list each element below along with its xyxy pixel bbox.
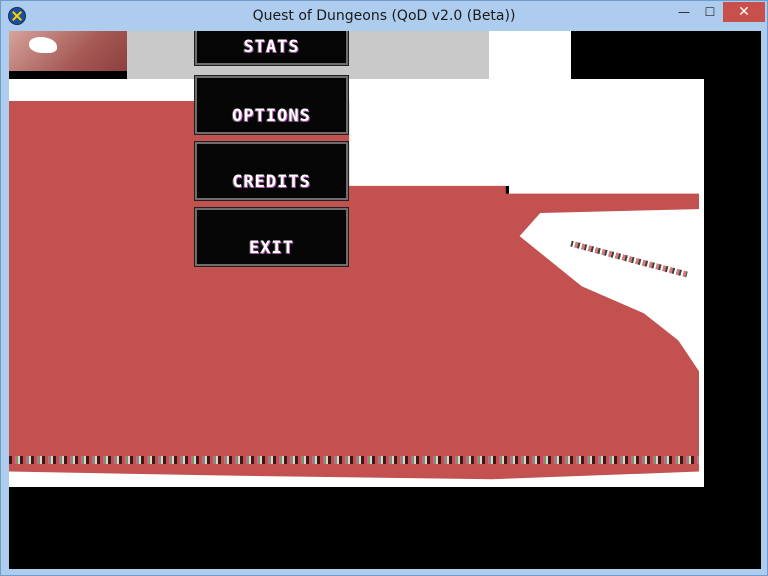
exit-button[interactable]: EXIT <box>194 207 349 267</box>
background-art-thumbnail-highlight <box>29 37 57 53</box>
background-art-noise-edge <box>9 456 699 464</box>
window-title: Quest of Dungeons (QoD v2.0 (Beta)) <box>252 8 516 24</box>
background-art-white-panel <box>489 31 571 79</box>
title-bar[interactable]: Quest of Dungeons (QoD v2.0 (Beta)) — ☐ … <box>1 1 767 31</box>
credits-button-label: CREDITS <box>232 172 311 192</box>
options-button[interactable]: OPTIONS <box>194 75 349 135</box>
background-black-bottom <box>9 487 761 569</box>
options-button-label: OPTIONS <box>232 106 311 126</box>
close-button[interactable]: ✕ <box>723 2 765 22</box>
game-viewport[interactable]: STATS OPTIONS CREDITS EXIT <box>9 31 761 569</box>
credits-button[interactable]: CREDITS <box>194 141 349 201</box>
background-art-white-band <box>9 79 704 101</box>
app-window: Quest of Dungeons (QoD v2.0 (Beta)) — ☐ … <box>0 0 768 576</box>
maximize-button[interactable]: ☐ <box>697 2 723 22</box>
minimize-button[interactable]: — <box>671 2 697 22</box>
background-art-thumbnail <box>9 31 127 71</box>
stats-button-label: STATS <box>243 37 300 57</box>
background-art-white-area <box>349 101 704 186</box>
exit-button-label: EXIT <box>249 238 294 258</box>
stats-button[interactable]: STATS <box>194 31 349 66</box>
